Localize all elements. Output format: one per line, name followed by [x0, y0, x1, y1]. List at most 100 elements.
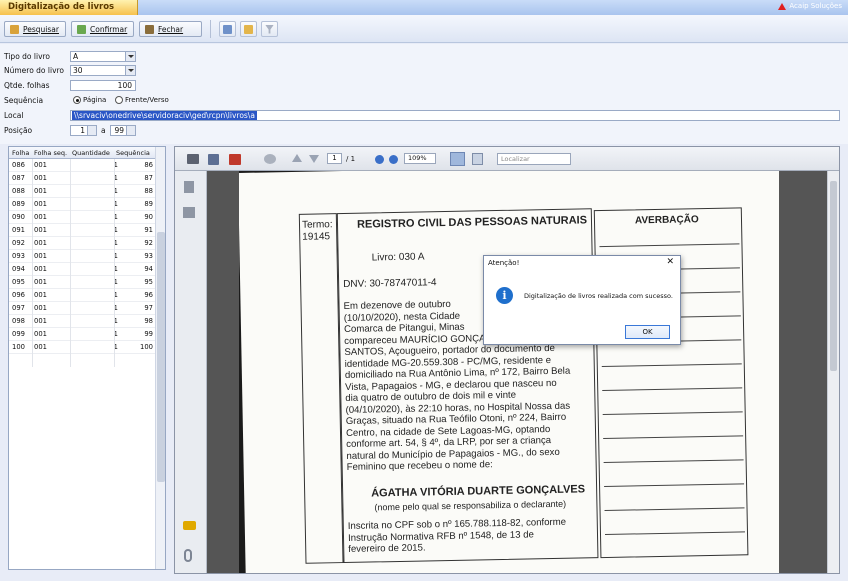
- chevron-down-icon: [125, 66, 135, 75]
- confirm-button[interactable]: Confirmar: [71, 21, 134, 37]
- col-sequencia[interactable]: Sequência: [116, 149, 150, 157]
- search-button[interactable]: Pesquisar: [4, 21, 66, 37]
- print-icon[interactable]: [187, 154, 199, 164]
- sequencia-label: Sequência: [4, 96, 44, 105]
- table-cell: 090: [12, 213, 25, 221]
- table-cell: 001: [34, 161, 47, 169]
- bookmarks-icon[interactable]: [183, 207, 195, 218]
- col-folha[interactable]: Folha: [12, 149, 29, 157]
- pos-to-spinner[interactable]: 99: [110, 125, 136, 136]
- zoom-out-icon[interactable]: [375, 155, 384, 164]
- table-row[interactable]: 087 001 1 87: [9, 172, 155, 185]
- table-row[interactable]: 096 001 1 96: [9, 289, 155, 302]
- averbacao-heading: AVERBAÇÃO: [634, 214, 699, 227]
- previous-page-icon[interactable]: [292, 154, 302, 162]
- table-cell: 001: [34, 187, 47, 195]
- table-cell: 001: [34, 343, 47, 351]
- table-cell: 001: [34, 226, 47, 234]
- comments-icon[interactable]: [183, 521, 196, 530]
- scanner-icon: [223, 24, 232, 34]
- scrollbar-thumb[interactable]: [830, 181, 837, 371]
- open-folder-button[interactable]: [240, 21, 257, 37]
- dialog-title: Atenção!: [488, 259, 520, 267]
- table-cell: 097: [12, 304, 25, 312]
- table-row[interactable]: 099 001 1 99: [9, 328, 155, 341]
- pages-panel-icon[interactable]: [184, 181, 194, 193]
- dnv-text: DNV: 30-78747011-4: [343, 277, 437, 291]
- radio-pagina[interactable]: Página: [73, 96, 106, 104]
- table-cell: 093: [12, 252, 25, 260]
- next-page-icon[interactable]: [309, 155, 319, 163]
- email-icon[interactable]: [229, 154, 241, 165]
- fit-page-icon[interactable]: [450, 152, 465, 166]
- zoom-in-icon[interactable]: [389, 155, 398, 164]
- page-number-input[interactable]: 1: [327, 153, 342, 164]
- table-row[interactable]: 092 001 1 92: [9, 237, 155, 250]
- fit-width-icon[interactable]: [472, 153, 483, 165]
- termo-box: [298, 213, 344, 564]
- table-cell: 001: [34, 317, 47, 325]
- chevron-down-icon: [125, 52, 135, 61]
- table-cell: 96: [144, 291, 153, 299]
- table-cell: 87: [144, 174, 153, 182]
- pages-table[interactable]: Folha Folha seq. Quantidade Sequência 08…: [8, 146, 166, 570]
- tipo-value: A: [73, 52, 79, 61]
- table-row[interactable]: 086 001 1 86: [9, 159, 155, 172]
- spinner-arrows-icon[interactable]: [87, 126, 96, 135]
- table-row[interactable]: 094 001 1 94: [9, 263, 155, 276]
- table-row[interactable]: 093 001 1 93: [9, 250, 155, 263]
- pdf-sidebar: [175, 171, 207, 573]
- tipo-label: Tipo do livro: [4, 52, 51, 61]
- hand-tool-icon[interactable]: [264, 154, 276, 164]
- radio-dot: [115, 96, 123, 104]
- paperclip-icon[interactable]: [184, 549, 192, 562]
- pos-from-spinner[interactable]: 1: [70, 125, 97, 136]
- table-cell: 091: [12, 226, 25, 234]
- col-folha-seq[interactable]: Folha seq.: [34, 149, 67, 157]
- table-row[interactable]: 091 001 1 91: [9, 224, 155, 237]
- numero-select[interactable]: 30: [70, 65, 136, 76]
- table-row[interactable]: 088 001 1 88: [9, 185, 155, 198]
- filter-button[interactable]: [261, 21, 278, 37]
- table-cell: 92: [144, 239, 153, 247]
- table-scrollbar[interactable]: [155, 147, 165, 569]
- tipo-select[interactable]: A: [70, 51, 136, 62]
- table-row[interactable]: 100 001 1 100: [9, 341, 155, 354]
- table-row[interactable]: 098 001 1 98: [9, 315, 155, 328]
- search-icon: [10, 24, 19, 34]
- radio-pagina-label: Página: [83, 96, 107, 104]
- search-label: Pesquisar: [23, 24, 59, 34]
- radio-frente-verso[interactable]: Frente/Verso: [115, 96, 169, 104]
- window-tab[interactable]: Digitalização de livros: [0, 0, 138, 15]
- spinner-arrows-icon[interactable]: [126, 126, 135, 135]
- table-row[interactable]: 097 001 1 97: [9, 302, 155, 315]
- table-row[interactable]: 095 001 1 95: [9, 276, 155, 289]
- table-cell: 94: [144, 265, 153, 273]
- numero-label: Número do livro: [4, 66, 65, 75]
- table-row[interactable]: 089 001 1 89: [9, 198, 155, 211]
- find-input[interactable]: Localizar: [497, 153, 571, 165]
- radio-dot: [73, 96, 81, 104]
- pdf-scrollbar[interactable]: [827, 171, 839, 573]
- qtde-input[interactable]: 100: [70, 80, 136, 91]
- table-cell: 95: [144, 278, 153, 286]
- column-divider: [32, 159, 33, 367]
- zoom-select[interactable]: 109%: [404, 153, 436, 164]
- ok-button[interactable]: OK: [625, 325, 670, 339]
- save-icon[interactable]: [208, 154, 219, 165]
- brand: Acaip Soluções: [778, 2, 842, 10]
- pos-sep: a: [101, 126, 106, 135]
- table-cell: 001: [34, 304, 47, 312]
- table-cell: 97: [144, 304, 153, 312]
- table-cell: 095: [12, 278, 25, 286]
- scrollbar-thumb[interactable]: [157, 232, 165, 482]
- brand-logo-icon: [778, 2, 787, 10]
- close-icon[interactable]: ✕: [666, 257, 674, 267]
- table-cell: 092: [12, 239, 25, 247]
- col-quantidade[interactable]: Quantidade: [72, 149, 110, 157]
- table-cell: 088: [12, 187, 25, 195]
- scan-button[interactable]: [219, 21, 236, 37]
- local-input[interactable]: \\srvaciv\onedrive\servidoraciv\ged\rcpn…: [70, 110, 840, 121]
- table-row[interactable]: 090 001 1 90: [9, 211, 155, 224]
- close-button[interactable]: Fechar: [139, 21, 202, 37]
